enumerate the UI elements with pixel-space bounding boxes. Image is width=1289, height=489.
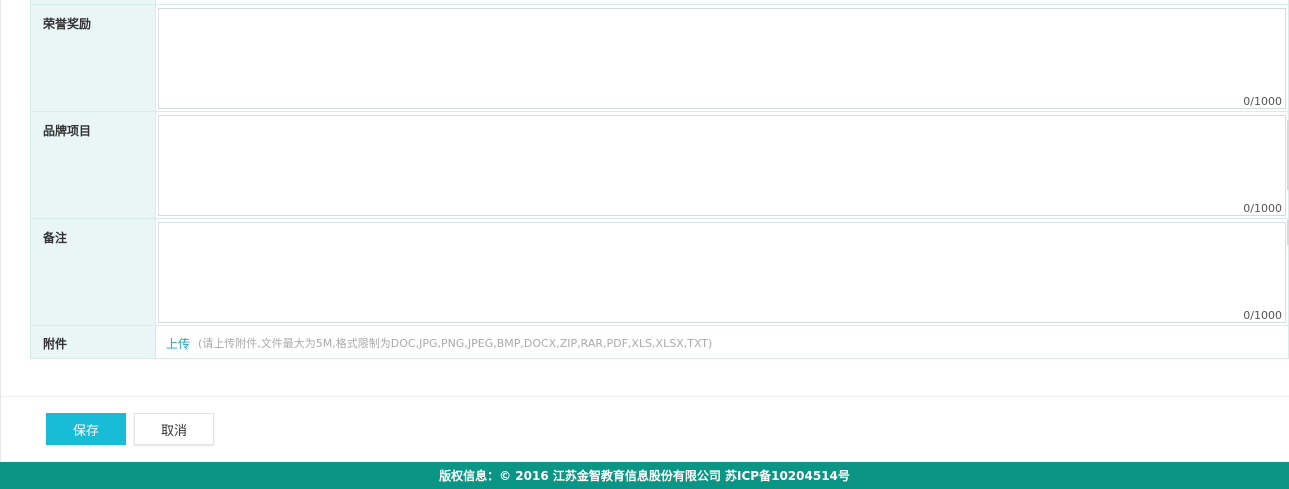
brand-projects-label: 品牌项目 <box>31 112 156 218</box>
upload-hint: (请上传附件,文件最大为5M,格式限制为DOC,JPG,PNG,JPEG,BMP… <box>198 337 713 350</box>
brand-projects-row: 品牌项目 0/1000 <box>31 112 1288 219</box>
footer-copyright: 版权信息：© 2016 江苏金智教育信息股份有限公司 苏ICP备10204514… <box>439 469 850 483</box>
brand-projects-textarea[interactable] <box>159 116 1285 215</box>
upload-link[interactable]: 上传 <box>166 335 190 352</box>
honors-textarea-box <box>158 8 1286 109</box>
remarks-row: 备注 0/1000 <box>31 219 1288 326</box>
honors-char-counter: 0/1000 <box>1243 95 1282 108</box>
save-button[interactable]: 保存 <box>46 413 126 445</box>
attachment-label: 附件 <box>31 326 156 358</box>
cancel-button[interactable]: 取消 <box>134 413 214 445</box>
attachment-cell: 上传 (请上传附件,文件最大为5M,格式限制为DOC,JPG,PNG,JPEG,… <box>156 326 1288 358</box>
attachment-row: 附件 上传 (请上传附件,文件最大为5M,格式限制为DOC,JPG,PNG,JP… <box>31 326 1288 359</box>
remarks-char-counter: 0/1000 <box>1243 309 1282 322</box>
honors-textarea[interactable] <box>159 9 1285 108</box>
brand-projects-char-counter: 0/1000 <box>1243 202 1282 215</box>
honors-row: 荣誉奖励 0/1000 <box>31 5 1288 112</box>
footer: 版权信息：© 2016 江苏金智教育信息股份有限公司 苏ICP备10204514… <box>0 462 1289 489</box>
form-table: 荣誉奖励 0/1000 品牌项目 0/1000 备注 0/1000 附件 上传 <box>30 0 1289 359</box>
remarks-textarea[interactable] <box>159 223 1285 322</box>
value-cell <box>156 0 1288 4</box>
remarks-textarea-box <box>158 222 1286 323</box>
actions-divider <box>1 396 1289 397</box>
remarks-label: 备注 <box>31 219 156 325</box>
brand-projects-cell: 0/1000 <box>156 112 1288 218</box>
label-cell <box>31 0 156 4</box>
honors-cell: 0/1000 <box>156 5 1288 111</box>
brand-projects-textarea-box <box>158 115 1286 216</box>
remarks-cell: 0/1000 <box>156 219 1288 325</box>
honors-label: 荣誉奖励 <box>31 5 156 111</box>
page-left-border <box>0 0 1 462</box>
